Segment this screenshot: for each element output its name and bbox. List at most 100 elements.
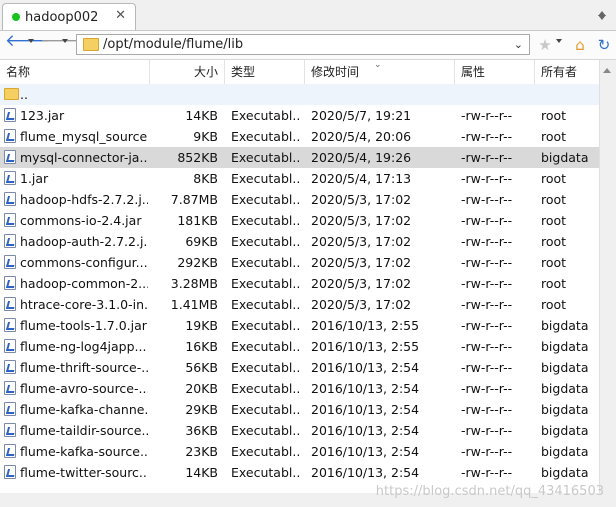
file-modified: 2020/5/3, 17:02 [311,276,412,291]
file-owner: root [541,213,567,228]
jar-file-icon [4,381,16,395]
home-icon[interactable]: ⌂ [571,36,589,54]
file-name: flume-kafka-source... [20,444,148,459]
file-owner: bigdata [541,444,589,459]
file-row[interactable]: flume-kafka-channe... 29KB Executabl... 201… [0,399,600,420]
scroll-up-icon[interactable] [603,64,611,73]
connection-status-icon [12,13,20,21]
file-size: 181KB [177,213,218,228]
tab-title: hadoop002 [25,10,99,25]
file-row[interactable]: flume-ng-log4japp... 16KB Executabl... 2016… [0,336,600,357]
file-modified: 2020/5/3, 17:02 [311,192,412,207]
file-row[interactable]: flume-thrift-source-... 56KB Executabl... 2… [0,357,600,378]
file-name: 1.jar [20,171,49,186]
jar-file-icon [4,276,16,290]
file-type: Executabl... [231,213,301,228]
file-attributes: -rw-r--r-- [461,318,513,333]
file-type: Executabl... [231,129,301,144]
file-modified: 2020/5/3, 17:02 [311,297,412,312]
file-name: flume-twitter-sourc... [20,465,148,480]
jar-file-icon [4,402,16,416]
file-row[interactable]: flume-kafka-source... 23KB Executabl... 201… [0,441,600,462]
parent-directory-row[interactable]: .. [0,84,600,105]
file-size: 1.41MB [170,297,218,312]
file-name: flume-taildir-source... [20,423,148,438]
tab-hadoop002[interactable]: hadoop002 ✕ [2,3,136,30]
file-attributes: -rw-r--r-- [461,276,513,291]
vertical-scrollbar[interactable] [599,60,616,507]
file-modified: 2020/5/3, 17:02 [311,213,412,228]
file-attributes: -rw-r--r-- [461,339,513,354]
file-row[interactable]: flume-tools-1.7.0.jar 19KB Executabl... 201… [0,315,600,336]
file-list: 名称 大小 类型 修改时间 属性 所有者 ⌄ .. 123.jar 14KB Exe… [0,60,616,507]
file-type: Executabl... [231,276,301,291]
file-row[interactable]: hadoop-auth-2.7.2.j... 69KB Executabl... 20… [0,231,600,252]
jar-file-icon [4,234,16,248]
current-path[interactable]: /opt/module/flume/lib [103,37,243,52]
file-attributes: -rw-r--r-- [461,192,513,207]
column-size[interactable]: 大小 [150,60,225,84]
file-size: 14KB [185,108,218,123]
file-type: Executabl... [231,171,301,186]
file-owner: root [541,171,567,186]
file-name: flume-kafka-channe... [20,402,148,417]
column-attributes[interactable]: 属性 [455,60,535,84]
file-size: 3.28MB [170,276,218,291]
file-row[interactable]: hadoop-hdfs-2.7.2.j... 7.87MB Executabl...… [0,189,600,210]
file-size: 20KB [185,381,218,396]
file-row[interactable]: flume-avro-source-... 20KB Executabl... 201… [0,378,600,399]
file-row[interactable]: commons-io-2.4.jar 181KB Executabl... 2020/… [0,210,600,231]
navigation-toolbar: 🡐 🡒 /opt/module/flume/lib ⌄ ★ ⌂ ↻ [0,31,616,60]
address-bar[interactable]: /opt/module/flume/lib ⌄ [76,34,530,55]
file-row[interactable]: hadoop-common-2... 3.28MB Executabl... 2020… [0,273,600,294]
file-row[interactable]: flume_mysql_source... 9KB Executabl... 2020… [0,126,600,147]
chevron-down-icon[interactable]: ⌄ [514,38,523,51]
star-bookmark-icon[interactable]: ★ [536,36,554,54]
file-name: .. [20,87,28,102]
jar-file-icon [4,465,16,479]
column-type[interactable]: 类型 [225,60,305,84]
file-row[interactable]: htrace-core-3.1.0-in... 1.41MB Executabl..… [0,294,600,315]
file-attributes: -rw-r--r-- [461,360,513,375]
file-modified: 2016/10/13, 2:54 [311,381,420,396]
forward-history-dropdown-icon[interactable] [62,39,68,46]
file-type: Executabl... [231,150,301,165]
file-owner: bigdata [541,339,589,354]
file-attributes: -rw-r--r-- [461,444,513,459]
file-size: 36KB [185,423,218,438]
file-owner: bigdata [541,360,589,375]
file-row[interactable]: mysql-connector-ja... 852KB Executabl... 20… [0,147,600,168]
file-row[interactable]: flume-taildir-source... 36KB Executabl... 2… [0,420,600,441]
file-size: 23KB [185,444,218,459]
file-type: Executabl... [231,360,301,375]
jar-file-icon [4,192,16,206]
file-name: htrace-core-3.1.0-in... [20,297,148,312]
column-name[interactable]: 名称 [0,60,150,84]
file-size: 56KB [185,360,218,375]
file-type: Executabl... [231,423,301,438]
file-row[interactable]: 123.jar 14KB Executabl... 2020/5/7, 19:21 -r… [0,105,600,126]
file-type: Executabl... [231,108,301,123]
file-row[interactable]: flume-twitter-sourc... 14KB Executabl... 20… [0,462,600,483]
file-attributes: -rw-r--r-- [461,381,513,396]
file-name: hadoop-common-2... [20,276,148,291]
file-type: Executabl... [231,318,301,333]
file-modified: 2020/5/7, 19:21 [311,108,412,123]
file-name: flume-avro-source-... [20,381,148,396]
refresh-icon[interactable]: ↻ [595,36,613,54]
close-tab-icon[interactable]: ✕ [115,8,126,23]
tab-scroll-icon[interactable] [596,6,608,22]
back-history-dropdown-icon[interactable] [28,39,34,46]
file-owner: root [541,129,567,144]
jar-file-icon [4,108,16,122]
file-modified: 2016/10/13, 2:54 [311,465,420,480]
bookmark-dropdown-icon[interactable] [556,39,562,46]
file-row[interactable]: commons-configur... 292KB Executabl... 2020… [0,252,600,273]
file-attributes: -rw-r--r-- [461,402,513,417]
column-owner[interactable]: 所有者 [535,60,600,84]
folder-icon [83,38,99,51]
file-modified: 2016/10/13, 2:55 [311,318,420,333]
file-name: flume_mysql_source... [20,129,148,144]
file-row[interactable]: 1.jar 8KB Executabl... 2020/5/4, 17:13 -rw-r… [0,168,600,189]
file-attributes: -rw-r--r-- [461,234,513,249]
